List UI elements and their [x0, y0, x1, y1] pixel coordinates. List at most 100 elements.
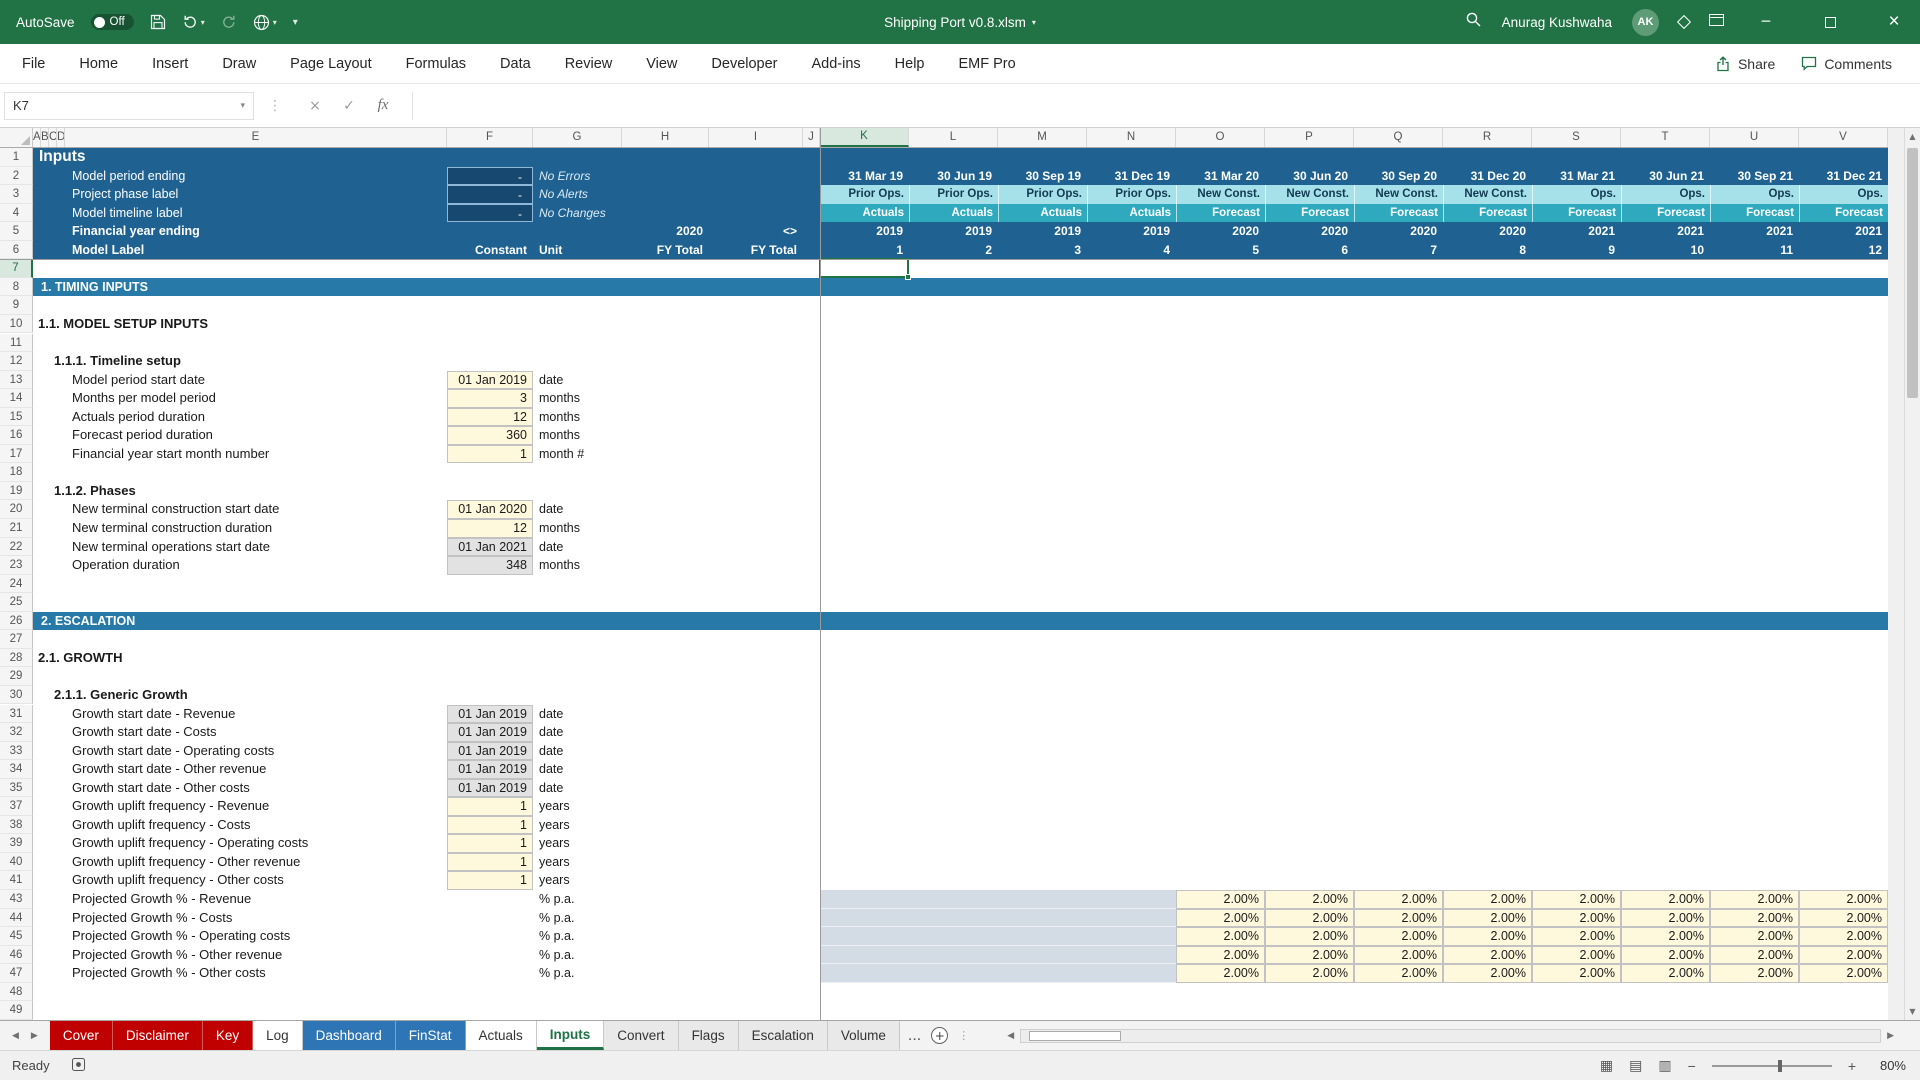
cell-G17[interactable]: month #: [533, 445, 622, 464]
row-header-14[interactable]: 14: [0, 389, 33, 408]
maximize-button[interactable]: [1808, 0, 1852, 44]
cell-K43[interactable]: [820, 890, 1176, 909]
cell-R47[interactable]: 2.00%: [1443, 964, 1532, 983]
cell-R6[interactable]: 8: [1443, 241, 1532, 260]
cell-A38[interactable]: Growth uplift frequency - Costs: [33, 816, 447, 835]
row-header-15[interactable]: 15: [0, 408, 33, 427]
sheet-tab-finstat[interactable]: FinStat: [396, 1021, 466, 1050]
cell-G15[interactable]: months: [533, 408, 622, 427]
cell-K45[interactable]: [820, 927, 1176, 946]
cell-F2[interactable]: -: [447, 167, 533, 186]
close-button[interactable]: ×: [1872, 0, 1916, 44]
cell-A39[interactable]: Growth uplift frequency - Operating cost…: [33, 834, 447, 853]
cell-A3[interactable]: Project phase label: [33, 185, 447, 204]
cell-F37[interactable]: 1: [447, 797, 533, 816]
cell-T44[interactable]: 2.00%: [1621, 909, 1710, 928]
column-header-C[interactable]: C: [49, 128, 57, 147]
row-header-7[interactable]: 7: [0, 259, 33, 278]
ribbon-tab-page-layout[interactable]: Page Layout: [290, 56, 371, 72]
cell-G6[interactable]: Unit: [533, 241, 622, 260]
ribbon-display-options-button[interactable]: [1709, 13, 1724, 31]
cell-G41[interactable]: years: [533, 871, 622, 890]
cell-P6[interactable]: 6: [1265, 241, 1354, 260]
column-header-N[interactable]: N: [1087, 128, 1176, 147]
cell-F31[interactable]: 01 Jan 2019: [447, 705, 533, 724]
avatar[interactable]: AK: [1632, 9, 1659, 36]
hscroll-left-icon[interactable]: ◀: [1007, 1031, 1014, 1041]
row-header-26[interactable]: 26: [0, 612, 33, 631]
cell-G37[interactable]: years: [533, 797, 622, 816]
row-header-3[interactable]: 3: [0, 185, 33, 204]
row-header-11[interactable]: 11: [0, 334, 33, 353]
cell-G2[interactable]: No Errors: [533, 167, 803, 186]
row-header-18[interactable]: 18: [0, 463, 33, 482]
customize-toolbar-button[interactable]: ▾: [293, 17, 298, 28]
cell-N6[interactable]: 4: [1087, 241, 1176, 260]
column-header-J[interactable]: J: [803, 128, 820, 147]
cell-U5[interactable]: 2021: [1710, 222, 1799, 241]
column-header-L[interactable]: L: [909, 128, 998, 147]
cell-A31[interactable]: Growth start date - Revenue: [33, 705, 447, 724]
row-header-25[interactable]: 25: [0, 593, 33, 612]
ribbon-tab-view[interactable]: View: [646, 56, 677, 72]
cell-A37[interactable]: Growth uplift frequency - Revenue: [33, 797, 447, 816]
sheet-tab-volume[interactable]: Volume: [828, 1021, 900, 1050]
name-box[interactable]: K7 ▾: [4, 92, 254, 120]
redo-button[interactable]: [221, 14, 237, 30]
column-header-G[interactable]: G: [533, 128, 622, 147]
cell-G20[interactable]: date: [533, 500, 622, 519]
cell-F4[interactable]: -: [447, 204, 533, 223]
cell-I6[interactable]: FY Total: [709, 241, 803, 260]
cell-G21[interactable]: months: [533, 519, 622, 538]
column-header-K[interactable]: K: [820, 128, 909, 147]
cell-G23[interactable]: months: [533, 556, 622, 575]
hscroll-right-icon[interactable]: ▶: [1887, 1031, 1894, 1041]
sheet-tab-log[interactable]: Log: [253, 1021, 303, 1050]
cell-M4[interactable]: Actuals: [998, 204, 1087, 223]
row-header-24[interactable]: 24: [0, 575, 33, 594]
ribbon-tab-home[interactable]: Home: [79, 56, 118, 72]
row-header-17[interactable]: 17: [0, 445, 33, 464]
row-header-27[interactable]: 27: [0, 630, 33, 649]
cell-L2[interactable]: 30 Jun 19: [909, 167, 998, 186]
macro-record-button[interactable]: [72, 1058, 85, 1074]
row-header-13[interactable]: 13: [0, 371, 33, 390]
cell-K2[interactable]: 31 Mar 19: [820, 167, 909, 186]
cell-F21[interactable]: 12: [447, 519, 533, 538]
cell-F41[interactable]: 1: [447, 871, 533, 890]
confirm-entry-button[interactable]: ✓: [332, 98, 366, 114]
cell-O3[interactable]: New Const.: [1176, 185, 1265, 204]
row-header-44[interactable]: 44: [0, 909, 33, 928]
sheet-tab-disclaimer[interactable]: Disclaimer: [113, 1021, 203, 1050]
cell-A21[interactable]: New terminal construction duration: [33, 519, 447, 538]
cell-V4[interactable]: Forecast: [1799, 204, 1888, 223]
cell-A33[interactable]: Growth start date - Operating costs: [33, 742, 447, 761]
cell-V47[interactable]: 2.00%: [1799, 964, 1888, 983]
cell-T45[interactable]: 2.00%: [1621, 927, 1710, 946]
cell-T3[interactable]: Ops.: [1621, 185, 1710, 204]
cell-Q44[interactable]: 2.00%: [1354, 909, 1443, 928]
row-header-10[interactable]: 10: [0, 315, 33, 334]
cell-G45[interactable]: % p.a.: [533, 927, 622, 946]
cell-R43[interactable]: 2.00%: [1443, 890, 1532, 909]
cell-F23[interactable]: 348: [447, 556, 533, 575]
horizontal-scrollbar-thumb[interactable]: [1029, 1031, 1121, 1041]
row-header-38[interactable]: 38: [0, 816, 33, 835]
row-header-49[interactable]: 49: [0, 1001, 33, 1020]
cell-A2[interactable]: Model period ending: [33, 167, 447, 186]
cell-M2[interactable]: 30 Sep 19: [998, 167, 1087, 186]
cell-H5[interactable]: 2020: [622, 222, 709, 241]
sheet-tab-inputs[interactable]: Inputs: [537, 1021, 605, 1050]
cell-A13[interactable]: Model period start date: [33, 371, 447, 390]
cell-N2[interactable]: 31 Dec 19: [1087, 167, 1176, 186]
cell-G13[interactable]: date: [533, 371, 622, 390]
cell-R44[interactable]: 2.00%: [1443, 909, 1532, 928]
zoom-out-button[interactable]: −: [1688, 1058, 1696, 1074]
cell-T43[interactable]: 2.00%: [1621, 890, 1710, 909]
row-header-45[interactable]: 45: [0, 927, 33, 946]
cell-S5[interactable]: 2021: [1532, 222, 1621, 241]
cell-G47[interactable]: % p.a.: [533, 964, 622, 983]
cell-V6[interactable]: 12: [1799, 241, 1888, 260]
ribbon-tab-emf-pro[interactable]: EMF Pro: [959, 56, 1016, 72]
cell-S3[interactable]: Ops.: [1532, 185, 1621, 204]
